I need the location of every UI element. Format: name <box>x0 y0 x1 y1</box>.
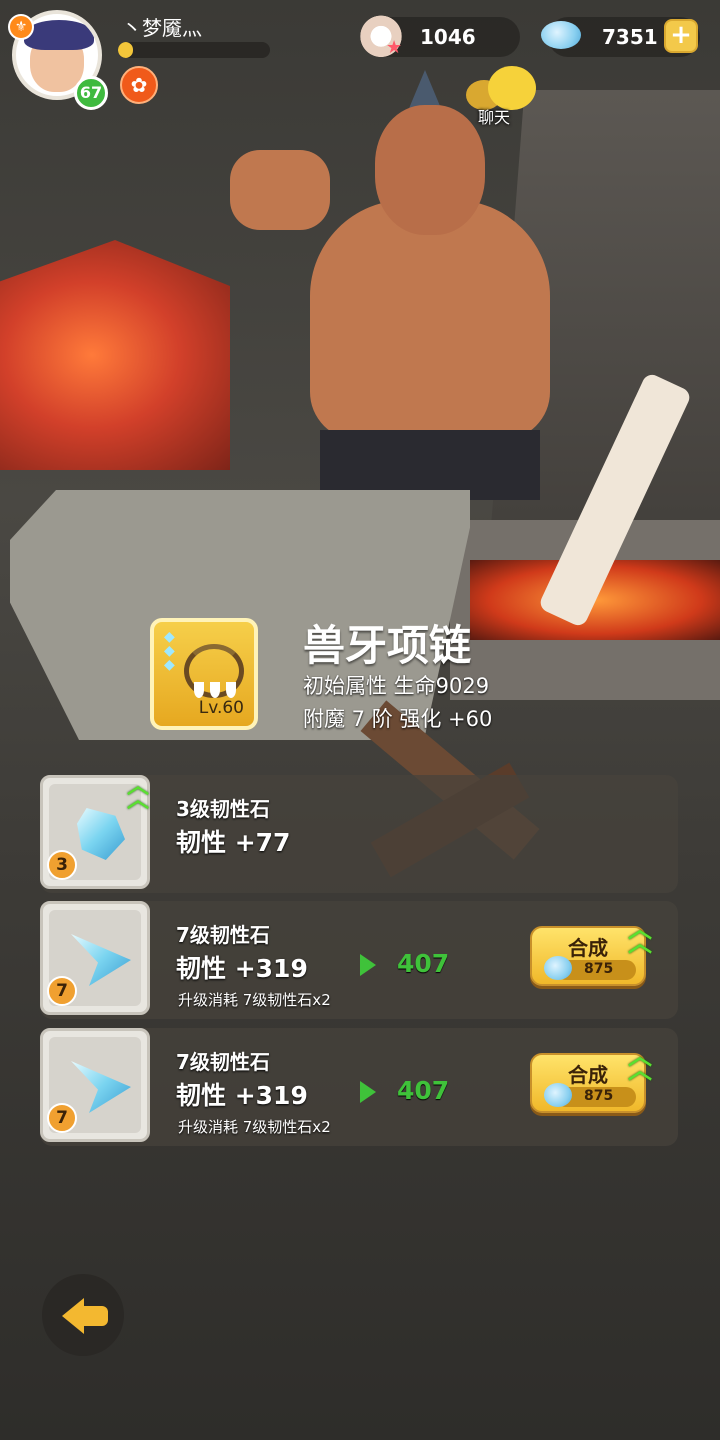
chat-label: 聊天 <box>478 108 511 127</box>
chat-button[interactable]: 聊天 <box>466 66 540 127</box>
add-gem-button[interactable]: + <box>664 19 698 53</box>
trident-badge-icon: ⚜ <box>8 14 34 40</box>
item-level: Lv.60 <box>198 698 244 718</box>
upgrade-cost: 升级消耗 7级韧性石x2 <box>178 991 331 1009</box>
pearl-currency: 1046 <box>358 11 520 58</box>
back-button[interactable] <box>42 1274 124 1356</box>
stone-name: 3级韧性石 <box>176 797 270 821</box>
stone-name: 7级韧性石 <box>176 923 270 947</box>
exp-bar <box>118 42 270 58</box>
exp-bar-fill <box>118 42 134 58</box>
toughness-stone-icon <box>77 808 125 860</box>
blacksmith-character <box>230 50 620 500</box>
stone-slot[interactable]: 7 <box>40 901 150 1015</box>
fang-icon <box>194 682 204 698</box>
toughness-stone-icon <box>71 1061 131 1113</box>
upgrade-chevron-icon: ︿ ︿ <box>628 915 652 957</box>
stone-next-value: 407 <box>397 1076 450 1105</box>
pearl-icon <box>358 11 404 58</box>
character-body <box>310 200 550 440</box>
stone-row: 3 ︿ ︿ 3级韧性石 韧性 +77 <box>40 775 678 893</box>
stone-next-value: 407 <box>397 949 450 978</box>
necklace-item-icon[interactable]: ◆ ◆ ◆ Lv.60 <box>150 618 258 730</box>
upgrade-chevron-icon: ︿ ︿ <box>126 774 149 813</box>
item-enchant-level: 附魔 7 阶 强化 +60 <box>303 707 493 731</box>
stone-name: 7级韧性石 <box>176 1050 270 1074</box>
compose-cost: 875 <box>584 961 614 977</box>
stone-slot[interactable]: 3 ︿ ︿ <box>40 775 150 889</box>
avatar-hair <box>24 20 94 50</box>
stone-level-badge: 3 <box>47 850 77 880</box>
gem-icon <box>544 956 572 980</box>
upgrade-cost: 升级消耗 7级韧性石x2 <box>178 1118 331 1136</box>
compose-cost: 875 <box>584 1088 614 1104</box>
paw-buff-icon[interactable]: ✿ <box>120 66 158 104</box>
play-arrow-icon <box>360 954 376 976</box>
item-base-attribute: 初始属性 生命9029 <box>303 674 490 698</box>
item-name: 兽牙项链 <box>303 621 472 670</box>
stone-row: 7 7级韧性石 韧性 +319 407 升级消耗 7级韧性石x2 合成 875 … <box>40 901 678 1019</box>
upgrade-chevron-icon: ︿ ︿ <box>628 1042 652 1084</box>
furnace <box>0 240 230 470</box>
back-arrow-tail <box>82 1306 108 1326</box>
enchant-diamonds-icon: ◆ ◆ ◆ <box>164 629 175 673</box>
fang-icon <box>210 682 220 698</box>
forge-scene <box>0 0 720 880</box>
gem-amount: 7351 <box>602 25 658 49</box>
character-arm <box>230 150 330 230</box>
gem-icon <box>538 11 584 57</box>
stone-row: 7 7级韧性石 韧性 +319 407 升级消耗 7级韧性石x2 合成 875 … <box>40 1028 678 1146</box>
stone-slot[interactable]: 7 <box>40 1028 150 1142</box>
stone-stat: 韧性 +77 <box>176 828 291 857</box>
stone-level-badge: 7 <box>47 1103 77 1133</box>
fang-icon <box>226 682 236 698</box>
player-name: 丶梦魇灬 <box>122 16 202 40</box>
stone-stat: 韧性 +319 <box>176 1081 308 1110</box>
play-arrow-icon <box>360 1081 376 1103</box>
compose-button[interactable]: 合成 875 ︿ ︿ <box>530 1044 652 1113</box>
toughness-stone-icon <box>71 934 131 986</box>
player-level-badge: 67 <box>74 76 108 110</box>
back-arrow-icon <box>62 1298 84 1334</box>
pearl-amount: 1046 <box>420 25 476 49</box>
stone-stat: 韧性 +319 <box>176 954 308 983</box>
character-pants <box>320 430 540 500</box>
gem-icon <box>544 1083 572 1107</box>
stone-level-badge: 7 <box>47 976 77 1006</box>
compose-button[interactable]: 合成 875 ︿ ︿ <box>530 917 652 986</box>
